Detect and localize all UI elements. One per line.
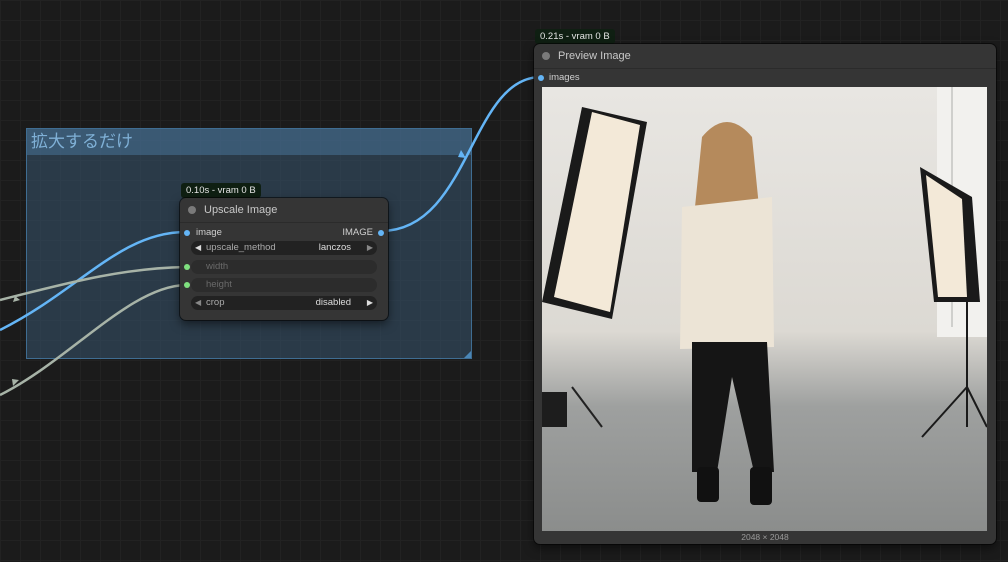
preview-node-title: Preview Image [558, 50, 631, 62]
image-input-slot[interactable] [184, 230, 190, 236]
preview-node-header[interactable]: Preview Image [534, 44, 996, 69]
photo-illustration [542, 87, 987, 505]
preview-image-node[interactable]: Preview Image images 2048 × 2048 [534, 44, 996, 544]
right-stand-leg [966, 386, 987, 428]
combo-right-arrow-icon[interactable]: ▶ [367, 241, 373, 255]
width-label: width [206, 261, 229, 272]
combo-left-arrow-icon[interactable]: ◀ [195, 296, 201, 310]
width-input-slot[interactable] [184, 264, 190, 270]
upscale-method-label: upscale_method [206, 242, 276, 253]
collapse-dot-icon[interactable] [188, 206, 196, 214]
right-stand-leg [921, 386, 968, 438]
image-input-label: image [196, 227, 222, 238]
preview-timing-badge: 0.21s - vram 0 B [535, 29, 615, 44]
person-trousers [692, 342, 774, 472]
person-blazer [680, 197, 774, 349]
height-widget[interactable]: height [184, 278, 377, 292]
width-widget[interactable]: width [184, 260, 377, 274]
upscale-node-title: Upscale Image [204, 204, 278, 216]
collapse-dot-icon[interactable] [542, 52, 550, 60]
left-stand [571, 386, 603, 428]
image-output-slot[interactable] [378, 230, 384, 236]
preview-slot-row: images [534, 70, 996, 86]
upscale-timing-badge: 0.10s - vram 0 B [181, 183, 261, 198]
images-input-label: images [549, 72, 580, 83]
left-stand-base [542, 392, 567, 427]
upscale-method-value: lanczos [318, 242, 351, 253]
height-input-slot[interactable] [184, 282, 190, 288]
upscale-node-header[interactable]: Upscale Image [180, 198, 388, 223]
upscale-slot-row: image IMAGE [180, 225, 388, 241]
group-title[interactable]: 拡大するだけ [27, 129, 471, 155]
combo-left-arrow-icon[interactable]: ◀ [195, 241, 201, 255]
person-boot-left [697, 467, 719, 502]
crop-value: disabled [315, 297, 351, 308]
link-arrow [12, 379, 19, 386]
preview-image[interactable] [542, 87, 987, 531]
image-size-label: 2048 × 2048 [741, 532, 789, 542]
height-label: height [206, 279, 232, 290]
upscale-image-node[interactable]: Upscale Image image IMAGE ◀ upscale_meth… [180, 198, 388, 320]
group-resize-handle[interactable] [464, 351, 471, 358]
link-arrow [13, 296, 20, 302]
combo-right-arrow-icon[interactable]: ▶ [367, 296, 373, 310]
image-output-label: IMAGE [342, 227, 373, 238]
person-boot-right [750, 467, 772, 505]
images-input-slot[interactable] [538, 75, 544, 81]
crop-combo[interactable]: ◀ crop disabled ▶ [191, 296, 377, 310]
upscale-method-combo[interactable]: ◀ upscale_method lanczos ▶ [191, 241, 377, 255]
crop-label: crop [206, 297, 225, 308]
